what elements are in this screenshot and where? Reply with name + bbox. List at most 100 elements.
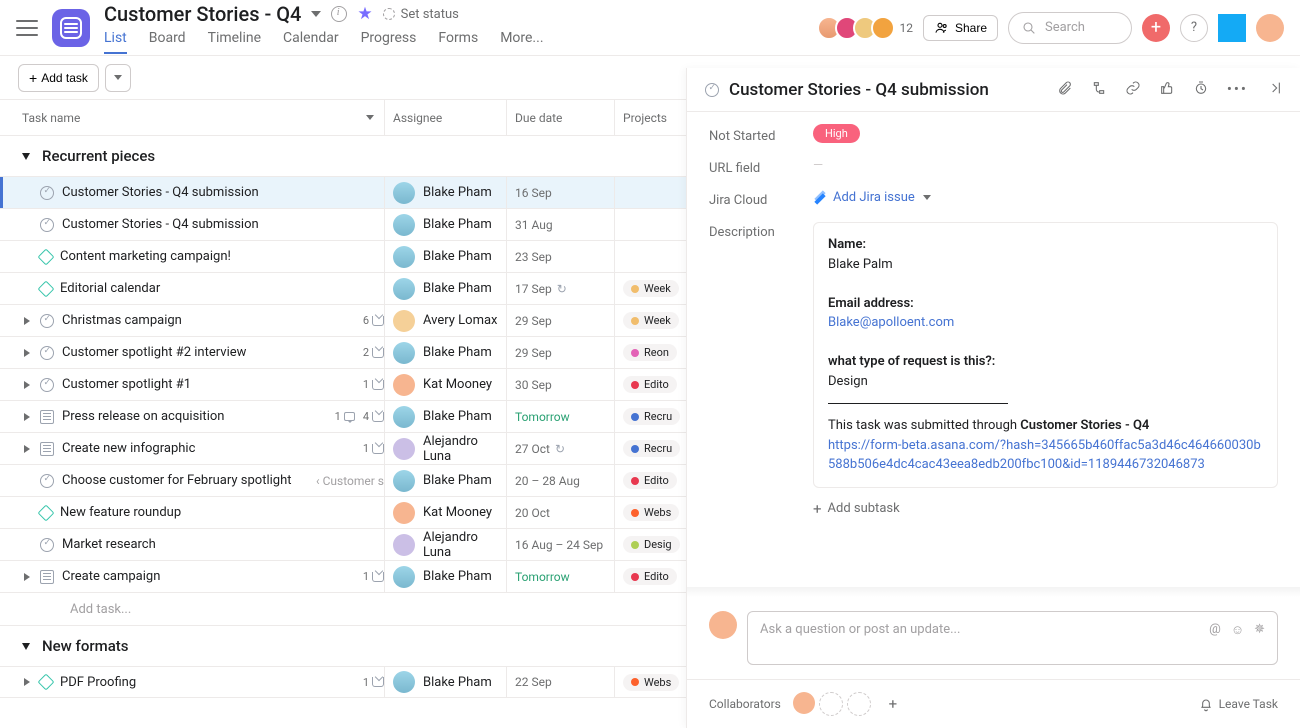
projects-cell[interactable] <box>614 209 670 240</box>
assignee-cell[interactable]: Blake Pham <box>384 465 506 496</box>
due-date-cell[interactable]: 27 Oct↻ <box>506 433 614 464</box>
expand-icon[interactable] <box>24 317 30 325</box>
mention-icon[interactable]: @ <box>1209 622 1221 638</box>
help-button[interactable]: ? <box>1180 14 1208 42</box>
description-box[interactable]: Name: Blake Palm Email address: Blake@ap… <box>813 222 1278 488</box>
due-date-cell[interactable]: 22 Sep <box>506 667 614 697</box>
tab-list[interactable]: List <box>104 30 127 53</box>
task-name[interactable]: Press release on acquisition <box>62 409 327 424</box>
tab-timeline[interactable]: Timeline <box>208 30 261 53</box>
task-check-icon[interactable] <box>40 346 54 360</box>
task-check-icon[interactable] <box>40 538 54 552</box>
due-date-cell[interactable]: 23 Sep <box>506 241 614 272</box>
add-task-button[interactable]: + Add task <box>18 64 99 92</box>
tab-board[interactable]: Board <box>149 30 186 53</box>
assignee-cell[interactable]: Blake Pham <box>384 241 506 272</box>
task-check-icon[interactable] <box>40 474 54 488</box>
expand-icon[interactable] <box>24 445 30 453</box>
field-url-value[interactable]: — <box>813 158 1278 173</box>
priority-pill[interactable]: High <box>813 124 860 143</box>
projects-cell[interactable]: Recru <box>614 401 670 432</box>
task-name[interactable]: Christmas campaign <box>62 313 355 328</box>
task-check-icon[interactable] <box>40 314 54 328</box>
projects-cell[interactable]: Reon <box>614 337 670 368</box>
hamburger-menu-icon[interactable] <box>16 20 38 36</box>
task-name[interactable]: Create new infographic <box>62 441 355 456</box>
link-icon[interactable] <box>1125 80 1141 100</box>
task-name[interactable]: Create campaign <box>62 569 355 584</box>
task-name[interactable]: Customer spotlight #2 interview <box>62 345 355 360</box>
more-icon[interactable]: ••• <box>1227 80 1248 100</box>
star-icon[interactable]: ★ <box>357 4 372 24</box>
task-name[interactable]: Customer Stories - Q4 submission <box>62 185 384 200</box>
projects-cell[interactable] <box>614 241 670 272</box>
assignee-cell[interactable]: Kat Mooney <box>384 369 506 400</box>
projects-cell[interactable] <box>614 177 670 208</box>
email-link[interactable]: Blake@apolloent.com <box>828 315 954 330</box>
task-name[interactable]: PDF Proofing <box>60 675 355 690</box>
set-status-button[interactable]: Set status <box>383 7 459 22</box>
add-jira-issue-button[interactable]: Add Jira issue <box>813 190 1278 205</box>
projects-cell[interactable]: Webs <box>614 667 670 697</box>
expand-icon[interactable] <box>24 413 30 421</box>
projects-cell[interactable]: Edito <box>614 561 670 592</box>
due-date-cell[interactable]: 29 Sep <box>506 305 614 336</box>
task-name[interactable]: Choose customer for February spotlight <box>62 473 302 488</box>
member-avatars[interactable]: 12 <box>823 16 913 40</box>
projects-cell[interactable]: Webs <box>614 497 670 528</box>
close-panel-icon[interactable] <box>1266 80 1282 100</box>
timer-icon[interactable] <box>1193 80 1209 100</box>
complete-task-check[interactable] <box>705 83 719 97</box>
assignee-cell[interactable]: Alejandro Luna <box>384 529 506 560</box>
search-input[interactable]: Search <box>1008 12 1132 44</box>
task-check-icon[interactable] <box>40 186 54 200</box>
due-date-cell[interactable]: 17 Sep↻ <box>506 273 614 304</box>
projects-cell[interactable]: Edito <box>614 369 670 400</box>
due-date-cell[interactable]: 20 Oct <box>506 497 614 528</box>
task-check-icon[interactable] <box>40 378 54 392</box>
due-date-cell[interactable]: 31 Aug <box>506 209 614 240</box>
projects-cell[interactable]: Week <box>614 273 670 304</box>
detail-title[interactable]: Customer Stories - Q4 submission <box>729 80 1047 100</box>
assignee-cell[interactable]: Blake Pham <box>384 273 506 304</box>
collaborator-avatar[interactable] <box>793 692 815 714</box>
assignee-cell[interactable]: Blake Pham <box>384 337 506 368</box>
due-date-cell[interactable]: Tomorrow <box>506 401 614 432</box>
task-name[interactable]: Customer spotlight #1 <box>62 377 355 392</box>
expand-icon[interactable] <box>24 381 30 389</box>
chevron-down-icon[interactable] <box>311 11 321 17</box>
appreciation-icon[interactable]: ✵ <box>1254 622 1265 638</box>
share-button[interactable]: Share <box>923 15 998 41</box>
assignee-cell[interactable]: Blake Pham <box>384 177 506 208</box>
task-check-icon[interactable] <box>40 218 54 232</box>
expand-icon[interactable] <box>24 573 30 581</box>
workspace-icon[interactable] <box>1218 14 1246 42</box>
projects-cell[interactable]: Desig <box>614 529 670 560</box>
task-name[interactable]: Editorial calendar <box>60 281 384 296</box>
info-icon[interactable] <box>331 6 347 22</box>
tab-calendar[interactable]: Calendar <box>283 30 339 53</box>
assignee-cell[interactable]: Alejandro Luna <box>384 433 506 464</box>
expand-icon[interactable] <box>24 678 30 686</box>
column-task-name[interactable]: Task name <box>0 111 384 125</box>
projects-cell[interactable]: Edito <box>614 465 670 496</box>
add-task-dropdown[interactable] <box>105 64 131 92</box>
due-date-cell[interactable]: 16 Sep <box>506 177 614 208</box>
task-name[interactable]: Content marketing campaign! <box>60 249 384 264</box>
user-avatar[interactable] <box>1256 14 1284 42</box>
tab-more[interactable]: More... <box>500 30 543 53</box>
attachment-icon[interactable] <box>1057 80 1073 100</box>
due-date-cell[interactable]: 20 – 28 Aug <box>506 465 614 496</box>
projects-cell[interactable]: Week <box>614 305 670 336</box>
assignee-cell[interactable]: Blake Pham <box>384 561 506 592</box>
form-link[interactable]: https://form-beta.asana.com/?hash=345665… <box>828 438 1261 473</box>
project-title[interactable]: Customer Stories - Q4 <box>104 2 301 26</box>
leave-task-button[interactable]: Leave Task <box>1198 696 1278 712</box>
add-subtask-button[interactable]: +Add subtask <box>813 500 1278 518</box>
due-date-cell[interactable]: 29 Sep <box>506 337 614 368</box>
emoji-icon[interactable]: ☺ <box>1231 622 1244 638</box>
due-date-cell[interactable]: 30 Sep <box>506 369 614 400</box>
tab-progress[interactable]: Progress <box>361 30 417 53</box>
comment-input[interactable]: Ask a question or post an update... @ ☺ … <box>747 611 1278 665</box>
due-date-cell[interactable]: Tomorrow <box>506 561 614 592</box>
